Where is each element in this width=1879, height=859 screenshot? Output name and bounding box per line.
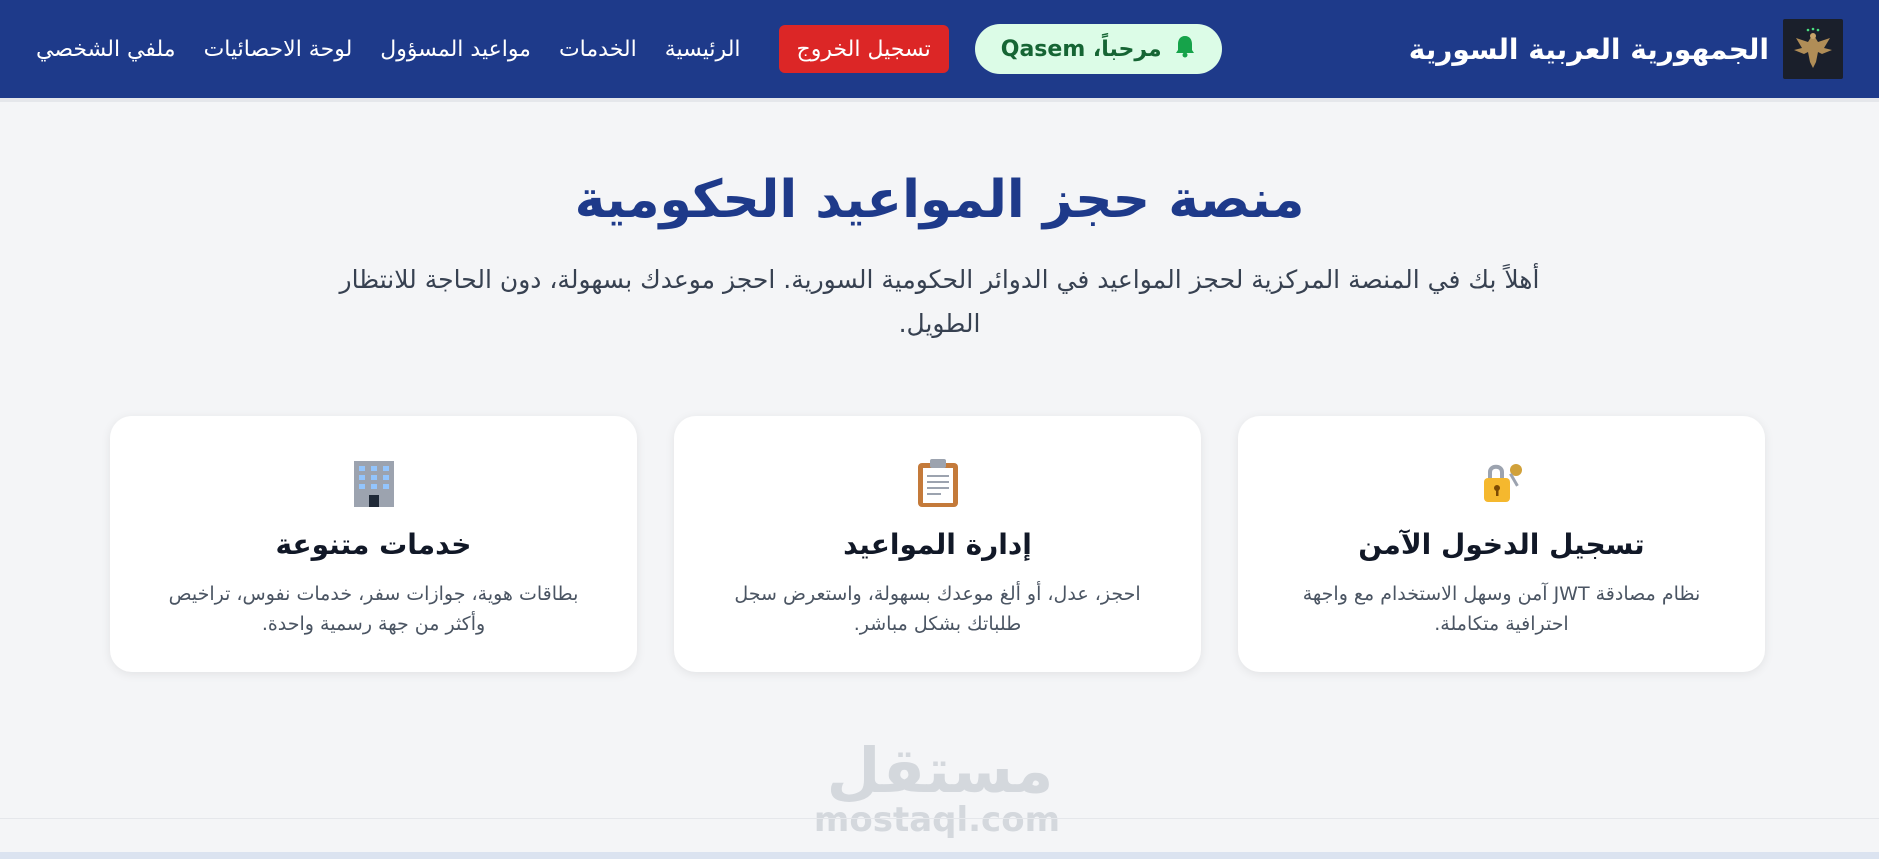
feature-card-appointments: إدارة المواعيد احجز، عدل، أو ألغ موعدك ب… (674, 416, 1201, 672)
welcome-badge[interactable]: مرحباً، Qasem (974, 24, 1222, 74)
card-text: نظام مصادقة JWT آمن وسهل الاستخدام مع وا… (1302, 583, 1701, 635)
office-building-icon (110, 456, 637, 508)
hero-subtitle: أهلاً بك في المنصة المركزية لحجز المواعي… (339, 265, 1540, 338)
nav-link-admin-appointments[interactable]: مواعيد المسؤول (380, 37, 531, 62)
nav-link-stats-dashboard[interactable]: لوحة الاحصائيات (204, 37, 353, 62)
bell-icon (1174, 34, 1196, 64)
page-title: منصة حجز المواعيد الحكومية (574, 170, 1305, 230)
card-title: إدارة المواعيد (843, 528, 1032, 561)
watermark-logo: مستقل mostaql.com (813, 734, 1060, 840)
nav-link-my-profile[interactable]: ملفي الشخصي (36, 37, 176, 62)
top-navbar: مرحباً، Qasem تسجيل الخروج الرئيسية الخد… (0, 0, 1879, 102)
bottom-strip (0, 852, 1879, 859)
brand-title: الجمهورية العربية السورية (1408, 32, 1769, 66)
welcome-text: مرحباً، Qasem (1000, 36, 1162, 62)
brand[interactable]: الجمهورية العربية السورية (1409, 19, 1843, 79)
nav-link-home[interactable]: الرئيسية (665, 37, 741, 62)
feature-card-services: خدمات متنوعة بطاقات هوية، جوازات سفر، خد… (110, 416, 637, 672)
watermark-ar: مستقل (826, 734, 1054, 807)
nav-links: الرئيسية الخدمات مواعيد المسؤول لوحة الا… (36, 37, 741, 62)
watermark-en: mostaql.com (813, 800, 1060, 840)
card-title: تسجيل الدخول الآمن (1358, 528, 1645, 561)
logout-button[interactable]: تسجيل الخروج (778, 25, 949, 73)
feature-cards: تسجيل الدخول الآمن نظام مصادقة JWT آمن و… (109, 416, 1765, 672)
feature-card-secure-login: تسجيل الدخول الآمن نظام مصادقة JWT آمن و… (1238, 416, 1765, 672)
clipboard-icon (674, 456, 1201, 508)
divider (0, 818, 1879, 819)
lock-key-icon (1238, 456, 1765, 508)
nav-link-services[interactable]: الخدمات (559, 37, 637, 62)
card-title: خدمات متنوعة (275, 528, 472, 561)
eagle-emblem-icon (1783, 19, 1843, 79)
hero-section: منصة حجز المواعيد الحكومية أهلاً بك في ا… (0, 170, 1879, 346)
card-text: بطاقات هوية، جوازات سفر، خدمات نفوس، ترا… (168, 583, 579, 635)
card-text: احجز، عدل، أو ألغ موعدك بسهولة، واستعرض … (734, 583, 1141, 635)
nav-right-group: مرحباً، Qasem تسجيل الخروج الرئيسية الخد… (36, 24, 1222, 74)
